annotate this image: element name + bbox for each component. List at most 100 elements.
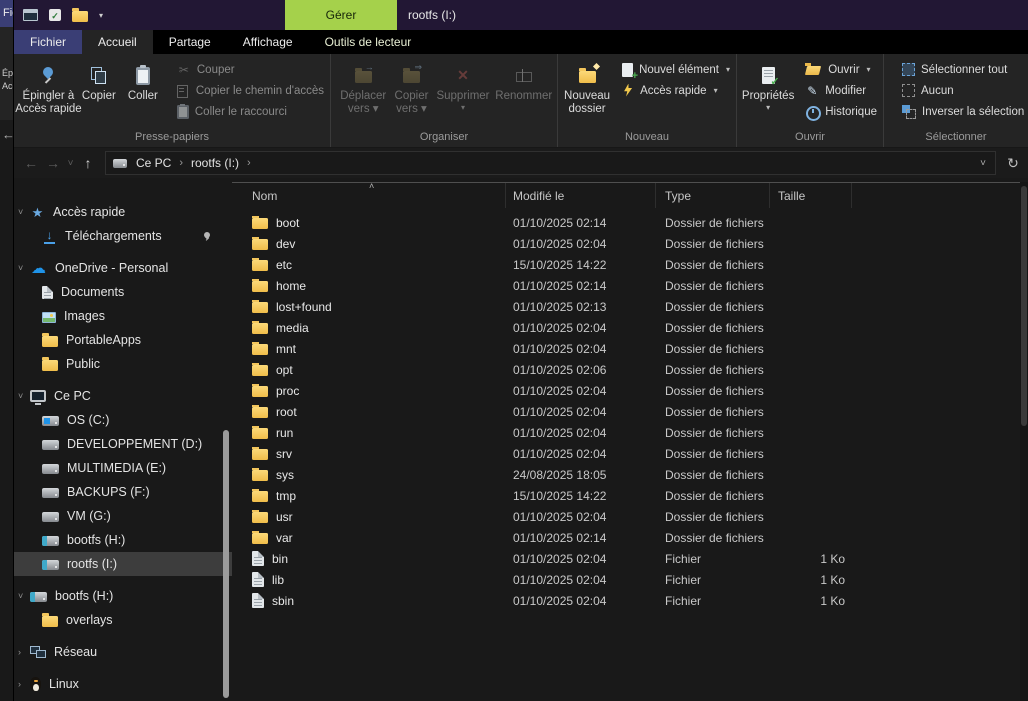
tab-affichage[interactable]: Affichage bbox=[227, 30, 309, 54]
epingler-a-acces-rapide-button[interactable]: Épingler à Accès rapide bbox=[15, 58, 81, 116]
sidebar-item-reseau[interactable]: › Réseau bbox=[14, 640, 232, 664]
couper-button[interactable]: Couper bbox=[173, 59, 328, 80]
modifier-button[interactable]: Modifier bbox=[801, 80, 881, 101]
file-row-proc[interactable]: proc 01/10/2025 02:04 Dossier de fichiers bbox=[232, 380, 1020, 401]
tab-outils-de-lecteur[interactable]: Outils de lecteur bbox=[309, 30, 428, 54]
tab-partage[interactable]: Partage bbox=[153, 30, 227, 54]
expander-expanded-icon[interactable]: ˅ bbox=[18, 207, 23, 217]
copier-vers-button[interactable]: Copiervers ▾ bbox=[391, 58, 433, 116]
file-row-sys[interactable]: sys 24/08/2025 18:05 Dossier de fichiers bbox=[232, 464, 1020, 485]
sidebar-item-ce-pc[interactable]: ˅ Ce PC bbox=[14, 384, 232, 408]
breadcrumb-ce-pc[interactable]: Ce PC bbox=[129, 152, 178, 174]
sidebar-item-portableapps[interactable]: PortableApps bbox=[14, 328, 232, 352]
sidebar-item-developpement-d[interactable]: DEVELOPPEMENT (D:) bbox=[14, 432, 232, 456]
supprimer-button[interactable]: Supprimer▾ bbox=[435, 58, 492, 112]
file-icon bbox=[252, 551, 264, 566]
column-header-modifie-le[interactable]: Modifié le bbox=[506, 183, 656, 208]
forward-icon[interactable]: → bbox=[42, 152, 64, 174]
coller-button[interactable]: Coller bbox=[122, 58, 164, 103]
sidebar-item-multimedia-e[interactable]: MULTIMEDIA (E:) bbox=[14, 456, 232, 480]
up-icon[interactable]: ↑ bbox=[77, 152, 99, 174]
file-row-opt[interactable]: opt 01/10/2025 02:06 Dossier de fichiers bbox=[232, 359, 1020, 380]
copier-le-chemin-d-acces-button[interactable]: Copier le chemin d'accès bbox=[173, 80, 328, 101]
sidebar-item-rootfs-i[interactable]: rootfs (I:) bbox=[14, 552, 232, 576]
tab-accueil[interactable]: Accueil bbox=[82, 30, 153, 54]
expander-expanded-icon[interactable]: ˅ bbox=[18, 263, 23, 273]
selectionner-tout-button[interactable]: Sélectionner tout bbox=[898, 59, 1028, 80]
titlebar[interactable]: ▾ Gérer rootfs (I:) bbox=[14, 0, 1028, 30]
file-name-cell: lib bbox=[232, 572, 506, 587]
sidebar-item-telechargements[interactable]: Téléchargements bbox=[14, 224, 232, 248]
nouvel-element-button[interactable]: Nouvel élément▾ bbox=[618, 59, 734, 82]
sidebar-item-overlays[interactable]: overlays bbox=[14, 608, 232, 632]
file-row-boot[interactable]: boot 01/10/2025 02:14 Dossier de fichiers bbox=[232, 212, 1020, 233]
address-field[interactable]: Ce PC › rootfs (I:) › ˅ bbox=[105, 151, 996, 175]
nouveau-dossier-button[interactable]: Nouveau dossier bbox=[564, 58, 610, 116]
expander-expanded-icon[interactable]: ˅ bbox=[18, 391, 23, 401]
properties-shortcut-icon[interactable] bbox=[49, 9, 61, 21]
expander-expanded-icon[interactable]: ˅ bbox=[18, 591, 23, 601]
drive-icon bbox=[42, 511, 59, 522]
file-row-dev[interactable]: dev 01/10/2025 02:04 Dossier de fichiers bbox=[232, 233, 1020, 254]
sidebar-item-documents[interactable]: Documents bbox=[14, 280, 232, 304]
folder-icon bbox=[252, 257, 268, 271]
file-row-lost-found[interactable]: lost+found 01/10/2025 02:13 Dossier de fic… bbox=[232, 296, 1020, 317]
proprietes-button[interactable]: Propriétés▾ bbox=[742, 58, 794, 112]
file-row-media[interactable]: media 01/10/2025 02:04 Dossier de fichiers bbox=[232, 317, 1020, 338]
column-header-taille[interactable]: Taille bbox=[770, 183, 852, 208]
sidebar-scrollbar[interactable] bbox=[223, 430, 229, 698]
customize-qat-caret-icon[interactable]: ▾ bbox=[99, 11, 103, 20]
file-row-mnt[interactable]: mnt 01/10/2025 02:04 Dossier de fichiers bbox=[232, 338, 1020, 359]
sidebar-item-public[interactable]: Public bbox=[14, 352, 232, 376]
file-row-bin[interactable]: bin 01/10/2025 02:04 Fichier 1 Ko bbox=[232, 548, 1020, 569]
back-icon[interactable]: ← bbox=[20, 152, 42, 174]
renommer-button[interactable]: Renommer bbox=[493, 58, 554, 103]
expander-collapsed-icon[interactable]: › bbox=[18, 679, 21, 689]
ouvrir-button[interactable]: Ouvrir ▾ bbox=[801, 59, 881, 80]
scrollbar-thumb[interactable] bbox=[1021, 186, 1027, 426]
background-window-edge[interactable]: Fic Épi Acc ← bbox=[0, 0, 14, 701]
file-list-pane[interactable]: Nom Modifié le Type Taille ˄ boot 01/10/2025 … bbox=[232, 178, 1028, 701]
sidebar-item-backups-f[interactable]: BACKUPS (F:) bbox=[14, 480, 232, 504]
deplacer-vers-button[interactable]: Déplacervers ▾ bbox=[338, 58, 389, 116]
sidebar-item-onedrive-personal[interactable]: ˅OneDrive - Personal bbox=[14, 256, 232, 280]
folder-icon bbox=[252, 341, 268, 355]
acces-rapide-button[interactable]: Accès rapide ▾ bbox=[618, 80, 734, 101]
file-row-run[interactable]: run 01/10/2025 02:04 Dossier de fichiers bbox=[232, 422, 1020, 443]
sidebar-item-vm-g[interactable]: VM (G:) bbox=[14, 504, 232, 528]
expander-collapsed-icon[interactable]: › bbox=[18, 647, 21, 657]
file-row-sbin[interactable]: sbin 01/10/2025 02:04 Fichier 1 Ko bbox=[232, 590, 1020, 611]
historique-button[interactable]: Historique bbox=[801, 101, 881, 122]
address-dropdown-caret-icon[interactable]: ˅ bbox=[971, 158, 995, 169]
manage-contextual-tab-header[interactable]: Gérer bbox=[285, 0, 397, 30]
file-list-rows: boot 01/10/2025 02:14 Dossier de fichiers d… bbox=[232, 212, 1020, 701]
new-folder-shortcut-icon[interactable] bbox=[72, 7, 88, 22]
file-row-lib[interactable]: lib 01/10/2025 02:04 Fichier 1 Ko bbox=[232, 569, 1020, 590]
column-header-type[interactable]: Type bbox=[656, 183, 770, 208]
copier-button[interactable]: Copier bbox=[78, 58, 120, 103]
breadcrumb-rootfs-i[interactable]: rootfs (I:) bbox=[184, 152, 246, 174]
file-row-home[interactable]: home 01/10/2025 02:14 Dossier de fichiers bbox=[232, 275, 1020, 296]
file-row-var[interactable]: var 01/10/2025 02:14 Dossier de fichiers bbox=[232, 527, 1020, 548]
refresh-icon[interactable]: ↻ bbox=[1002, 155, 1024, 172]
recent-locations-caret-icon[interactable]: ˅ bbox=[64, 158, 77, 169]
coller-le-raccourci-button[interactable]: Coller le raccourci bbox=[173, 101, 328, 122]
file-row-srv[interactable]: srv 01/10/2025 02:04 Dossier de fichiers bbox=[232, 443, 1020, 464]
file-name-cell: run bbox=[232, 425, 506, 440]
sidebar-item-acces-rapide[interactable]: ˅Accès rapide bbox=[14, 200, 232, 224]
tab-fichier[interactable]: Fichier bbox=[14, 30, 83, 54]
file-row-usr[interactable]: usr 01/10/2025 02:04 Dossier de fichiers bbox=[232, 506, 1020, 527]
file-row-tmp[interactable]: tmp 15/10/2025 14:22 Dossier de fichiers bbox=[232, 485, 1020, 506]
file-row-root[interactable]: root 01/10/2025 02:04 Dossier de fichiers bbox=[232, 401, 1020, 422]
sidebar-item-bootfs-h[interactable]: ˅ bootfs (H:) bbox=[14, 584, 232, 608]
sidebar-item-images[interactable]: Images bbox=[14, 304, 232, 328]
explorer-window-icon[interactable] bbox=[23, 9, 38, 21]
sidebar-item-os-c[interactable]: OS (C:) bbox=[14, 408, 232, 432]
inverser-la-selection-button[interactable]: Inverser la sélection bbox=[898, 101, 1028, 122]
sidebar-item-bootfs-h[interactable]: bootfs (H:) bbox=[14, 528, 232, 552]
sidebar-item-linux[interactable]: › Linux bbox=[14, 672, 232, 696]
file-row-etc[interactable]: etc 15/10/2025 14:22 Dossier de fichiers bbox=[232, 254, 1020, 275]
file-list-scrollbar[interactable] bbox=[1020, 182, 1028, 701]
file-name-cell: boot bbox=[232, 215, 506, 230]
aucun-button[interactable]: Aucun bbox=[898, 80, 1028, 101]
